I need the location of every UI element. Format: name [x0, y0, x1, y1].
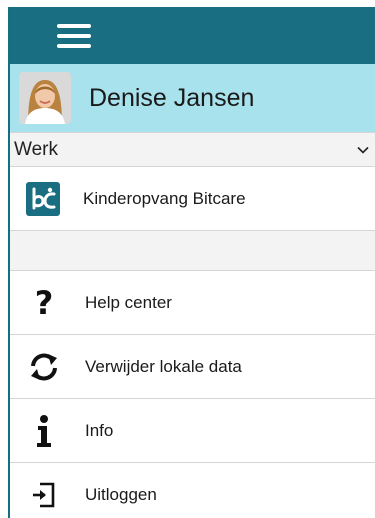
chevron-down-icon	[357, 146, 369, 154]
organization-name: Kinderopvang Bitcare	[83, 188, 246, 208]
bitcare-logo-icon	[26, 181, 60, 216]
refresh-icon	[26, 349, 62, 385]
section-divider	[10, 231, 375, 271]
top-bar	[10, 7, 375, 64]
menu-item-logout[interactable]: Uitloggen	[10, 463, 375, 518]
section-dropdown[interactable]: Werk	[10, 132, 375, 167]
logout-icon	[26, 477, 62, 513]
info-icon	[26, 413, 62, 449]
menu-item-label: Help center	[85, 292, 172, 312]
menu-item-help-center[interactable]: ? Help center	[10, 271, 375, 335]
organization-item[interactable]: Kinderopvang Bitcare	[10, 167, 375, 231]
menu-item-info[interactable]: Info	[10, 399, 375, 463]
menu-item-label: Uitloggen	[85, 485, 157, 504]
question-icon: ?	[34, 283, 54, 322]
avatar	[19, 72, 71, 124]
menu-item-label: Verwijder lokale data	[85, 356, 242, 376]
side-menu-panel: Denise Jansen Werk Kinderopvang Bitcare …	[8, 7, 375, 518]
profile-header[interactable]: Denise Jansen	[10, 64, 375, 132]
menu-item-label: Info	[85, 420, 114, 440]
menu-item-clear-local-data[interactable]: Verwijder lokale data	[10, 335, 375, 399]
profile-name: Denise Jansen	[89, 83, 255, 112]
section-label: Werk	[14, 138, 58, 160]
hamburger-icon[interactable]	[57, 23, 91, 48]
